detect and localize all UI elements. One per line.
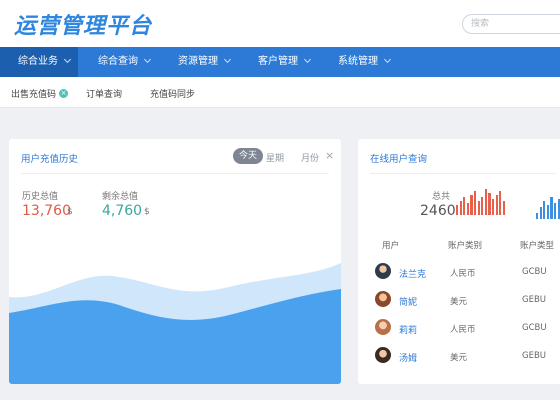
search-box[interactable] — [462, 14, 560, 34]
chevron-down-icon — [143, 55, 152, 64]
sparkline-bar — [456, 205, 459, 215]
close-circle-icon[interactable]: × — [59, 89, 69, 98]
online-users-card: 在线用户查询 总共 2460 用户 账户类别 账户类型 法兰克 人民币 GCBU… — [358, 139, 560, 384]
subnav-item-label: 订单查询 — [86, 90, 123, 100]
app-title: 运营管理平台 — [14, 14, 153, 39]
nav-item-query[interactable]: 综合查询 — [98, 47, 168, 77]
nav-item-business[interactable]: 综合业务 — [0, 47, 78, 77]
sparkline-bar — [536, 213, 539, 219]
stat-unit-history: $ — [67, 207, 73, 217]
sparkline-bar — [546, 205, 550, 219]
user-name[interactable]: 莉莉 — [399, 323, 417, 336]
account-category: 人民币 — [450, 325, 476, 335]
nav-item-resources[interactable]: 资源管理 — [178, 47, 248, 77]
subnav-item-label: 出售充值码 — [11, 90, 57, 100]
subnav-item-sell-code[interactable]: 出售充值码 × — [11, 87, 69, 100]
sparkline-bar — [495, 195, 498, 215]
sparkline-bar — [488, 193, 491, 215]
sparkline-bar — [477, 201, 480, 215]
nav-item-label: 资源管理 — [178, 56, 218, 67]
search-input[interactable] — [463, 15, 560, 33]
user-name[interactable]: 法兰克 — [399, 267, 426, 280]
subnav-item-label: 充值码同步 — [150, 90, 196, 100]
sparkline-bar — [484, 189, 488, 215]
stat-value-history: 13,760 — [22, 203, 71, 219]
avatar — [375, 347, 391, 363]
table-row[interactable]: 简妮 美元 GEBU — [358, 289, 560, 317]
total-label: 总共 — [432, 192, 451, 202]
account-type: GEBU — [522, 295, 547, 305]
nav-item-system[interactable]: 系统管理 — [338, 47, 408, 77]
sparkline-bar — [539, 207, 542, 219]
nav-item-label: 综合查询 — [98, 56, 138, 67]
sparkline-bar — [550, 197, 553, 219]
chevron-down-icon — [223, 55, 232, 64]
nav-item-label: 系统管理 — [338, 56, 378, 67]
account-type: GEBU — [522, 351, 547, 361]
sparkline-bar — [492, 199, 495, 215]
header: 运营管理平台 — [0, 0, 560, 47]
sparkline-bar — [499, 191, 502, 215]
divider — [370, 173, 556, 174]
card-title: 用户充值历史 — [21, 154, 79, 165]
chevron-down-icon — [383, 55, 392, 64]
divider — [21, 173, 329, 174]
stat-label-history: 历史总值 — [22, 192, 59, 202]
sparkline-bar — [481, 197, 484, 215]
account-category: 人民币 — [450, 269, 476, 279]
sparkline-bar — [470, 195, 473, 215]
avatar — [375, 291, 391, 307]
sparkline-bar — [459, 201, 462, 215]
sparkline-bar — [466, 203, 470, 215]
nav-item-label: 综合业务 — [18, 56, 58, 67]
table-row[interactable]: 法兰克 人民币 GCBU — [358, 261, 560, 289]
nav-item-customers[interactable]: 客户管理 — [258, 47, 328, 77]
column-header-type: 账户类型 — [520, 241, 555, 251]
user-name[interactable]: 简妮 — [399, 295, 417, 308]
card-title: 在线用户查询 — [370, 154, 428, 165]
chevron-down-icon — [63, 55, 72, 64]
stat-label-remaining: 剩余总值 — [102, 192, 139, 202]
total-value: 2460 — [420, 203, 456, 219]
close-icon[interactable]: × — [325, 150, 334, 162]
stat-value-remaining: 4,760 — [102, 203, 143, 219]
main-nav: 综合业务 综合查询 资源管理 客户管理 系统管理 — [0, 47, 560, 77]
nav-item-label: 客户管理 — [258, 56, 298, 67]
avatar — [375, 319, 391, 335]
account-type: GCBU — [522, 267, 547, 277]
account-type: GCBU — [522, 323, 547, 333]
user-name[interactable]: 汤姆 — [399, 351, 417, 364]
sub-nav: 出售充值码 × 订单查询 充值码同步 — [0, 77, 560, 108]
subnav-item-order-query[interactable]: 订单查询 — [86, 87, 122, 100]
column-header-user: 用户 — [382, 241, 400, 251]
sparkline-bar — [502, 201, 506, 215]
area-wave-chart — [9, 263, 341, 384]
avatar — [375, 263, 391, 279]
sparkline-bar — [554, 203, 557, 219]
sparkline-bar — [474, 191, 477, 215]
account-category: 美元 — [450, 297, 468, 307]
tab-month[interactable]: 月份 — [301, 151, 319, 164]
chevron-down-icon — [303, 55, 312, 64]
tab-today[interactable]: 今天 — [233, 148, 263, 164]
recharge-history-card: 用户充值历史 今天 星期 月份 × 历史总值 13,760 $ 剩余总值 4,7… — [9, 139, 341, 384]
column-header-category: 账户类别 — [448, 241, 483, 251]
stat-unit-remaining: $ — [144, 207, 150, 217]
table-row[interactable]: 汤姆 美元 GEBU — [358, 345, 560, 373]
subnav-item-code-sync[interactable]: 充值码同步 — [150, 87, 195, 100]
sparkline-bar — [543, 201, 546, 219]
sparkline-bar — [463, 197, 466, 215]
table-row[interactable]: 莉莉 人民币 GCBU — [358, 317, 560, 345]
account-category: 美元 — [450, 353, 468, 363]
tab-week[interactable]: 星期 — [266, 151, 284, 164]
